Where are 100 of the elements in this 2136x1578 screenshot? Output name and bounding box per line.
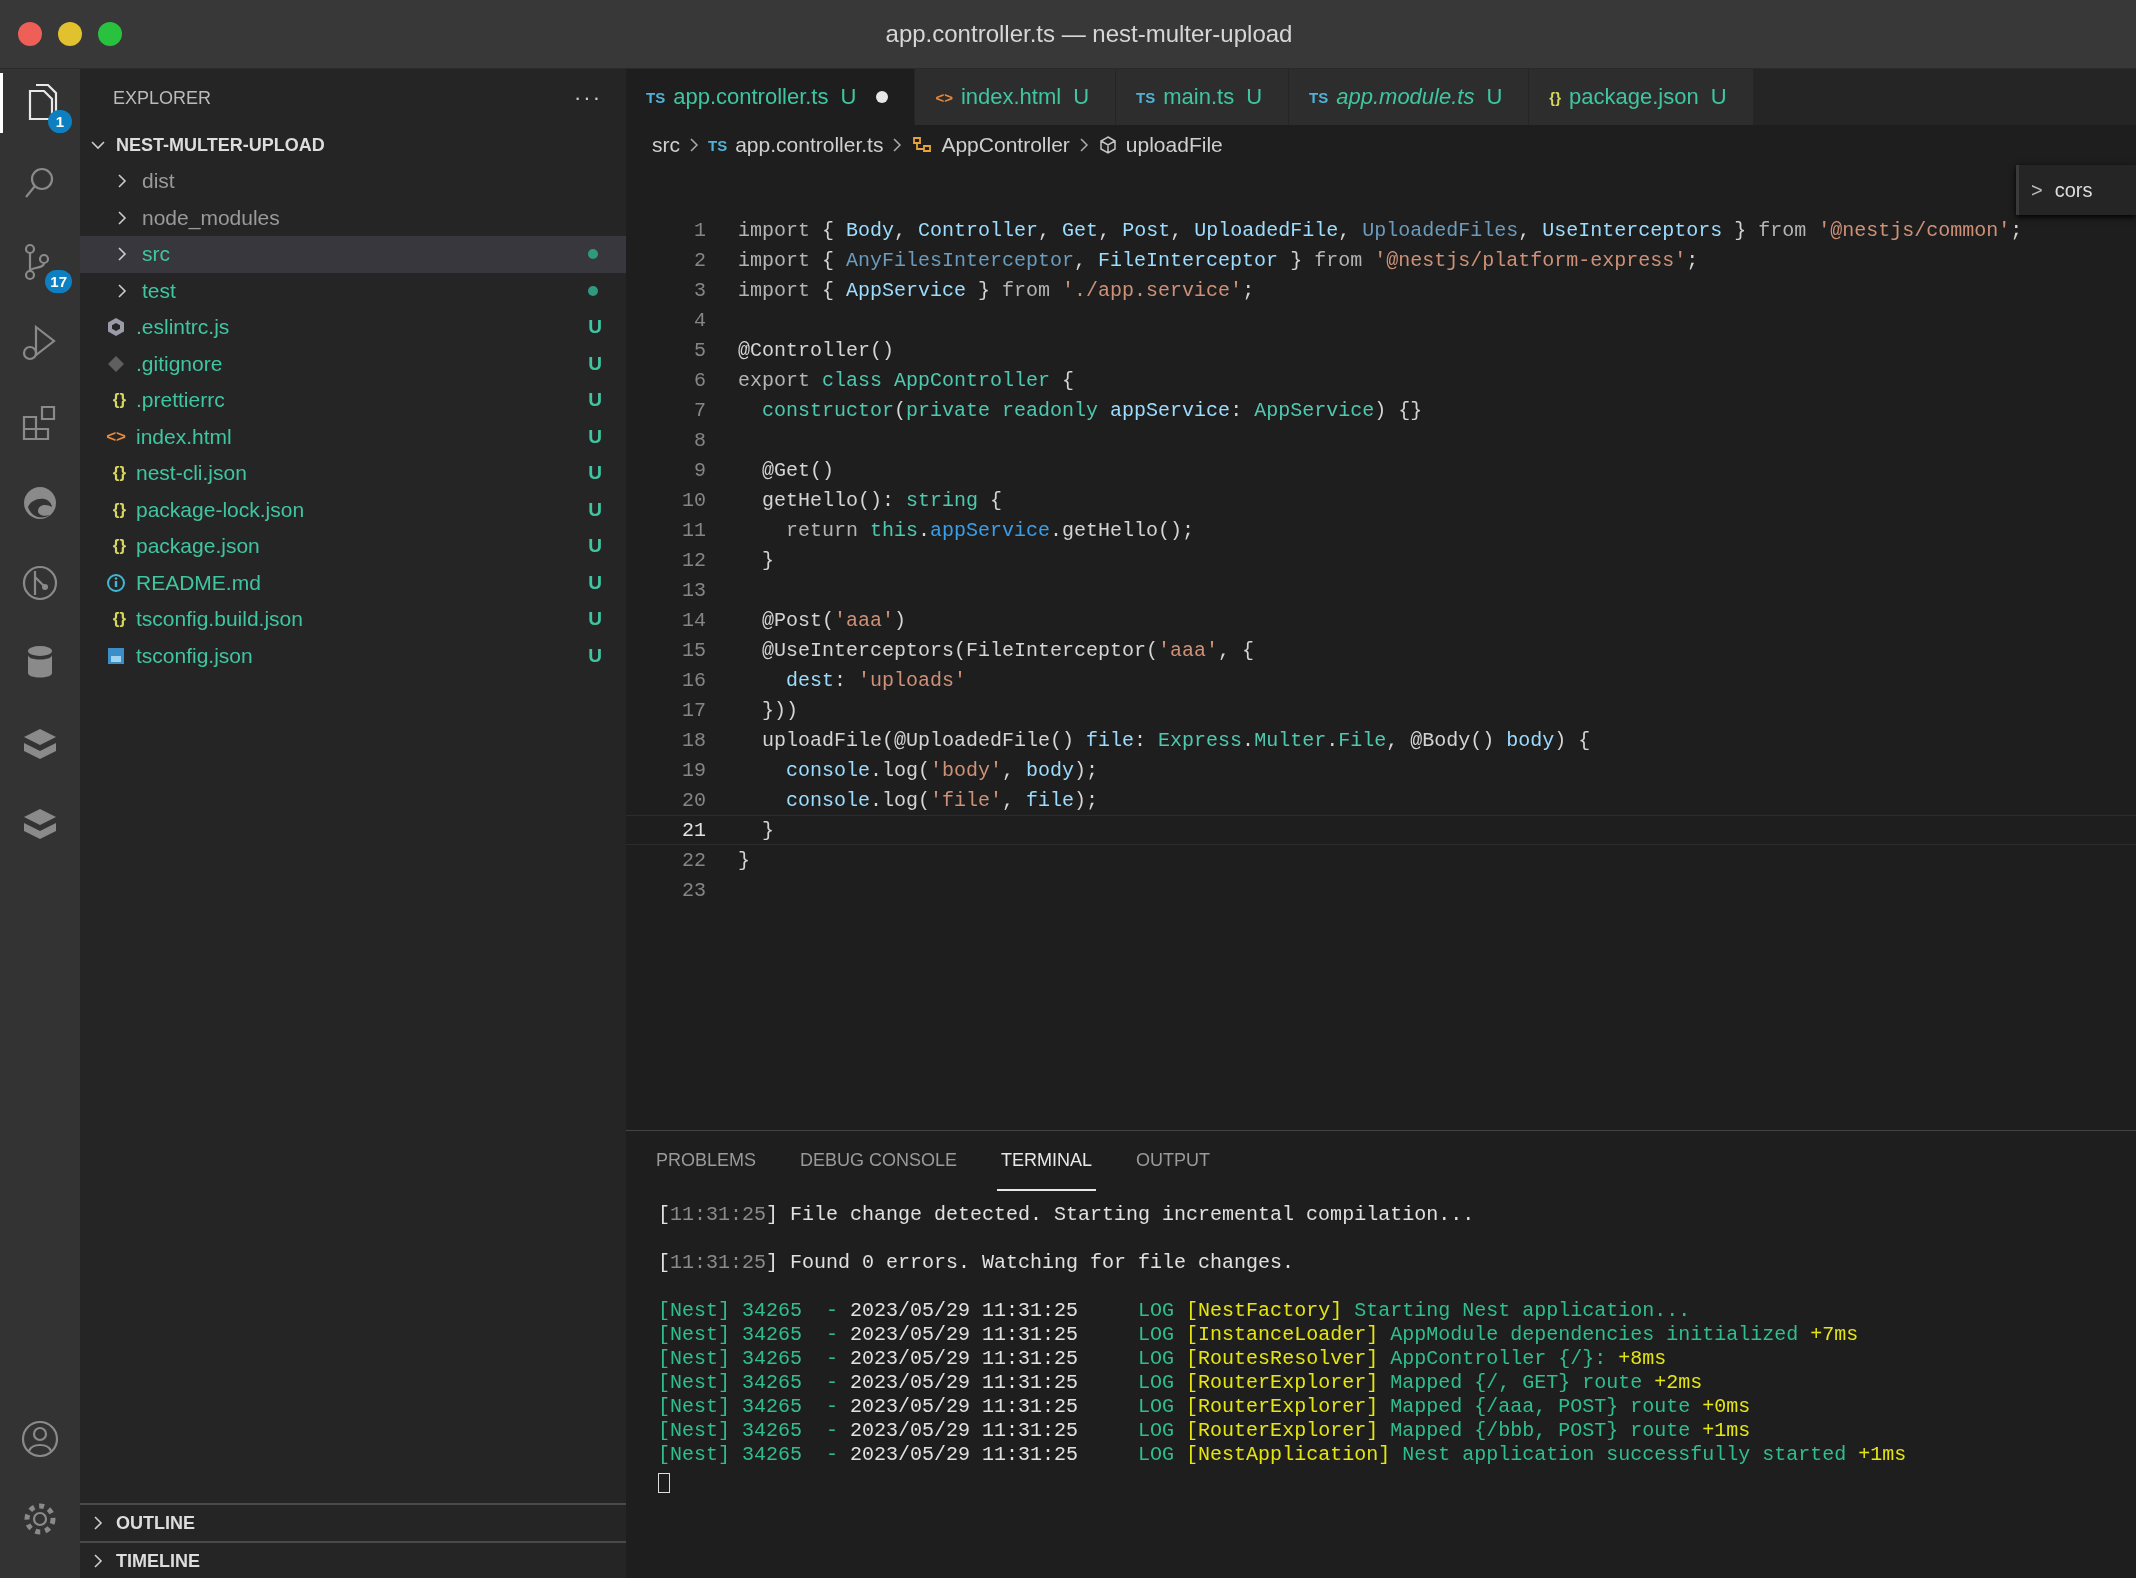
editor-tab[interactable]: TS app.controller.ts U <box>626 69 916 125</box>
terminal-line: [Nest] 34265 - 2023/05/29 11:31:25 LOG [RouterExplorer] Mapped {/bbb, POST} route +1ms <box>658 1419 1752 1443</box>
terminal-line: [11:31:25] File change detected. Starting incremental compilation... <box>658 1203 1476 1227</box>
file-name[interactable]: nest-cli.json <box>136 461 247 485</box>
panel-tab[interactable]: OUTPUT <box>1132 1131 1215 1191</box>
code-line: @Post('aaa') <box>761 608 907 632</box>
editor-tab[interactable]: TS main.ts U <box>1116 69 1290 125</box>
code-line: @Controller() <box>738 338 895 362</box>
git-status: U <box>588 425 602 448</box>
file-type-icon: {} <box>112 536 126 557</box>
zoom-button[interactable] <box>98 22 122 46</box>
find-widget[interactable]: > cors <box>2016 165 2136 215</box>
code-line: dest: 'uploads' <box>785 668 967 692</box>
code-line: uploadFile(@UploadedFile() file: Express.Multer.File, @Body() body) { <box>761 728 1591 752</box>
file-type-icon: <> <box>106 426 126 447</box>
chevron-icon <box>891 138 904 152</box>
line-number: 1 <box>693 218 707 242</box>
section-header[interactable]: OUTLINE <box>116 1512 195 1534</box>
terminal-line: [Nest] 34265 - 2023/05/29 11:31:25 LOG [InstanceLoader] AppModule dependencies initialized +7ms <box>658 1323 1860 1347</box>
line-number: 4 <box>693 308 707 332</box>
close-button[interactable] <box>18 22 42 46</box>
line-number: 18 <box>681 728 707 752</box>
panel-title: EXPLORER <box>113 87 212 109</box>
folder-name[interactable]: test <box>142 278 176 302</box>
line-number: 12 <box>681 548 707 572</box>
file-name[interactable]: package-lock.json <box>136 497 305 521</box>
line-number: 16 <box>681 668 707 692</box>
editor-tab[interactable]: <> index.html U <box>915 69 1117 125</box>
section-header[interactable]: TIMELINE <box>116 1550 200 1572</box>
line-number: 8 <box>693 428 707 452</box>
editor-tab[interactable]: TS app.module.ts U <box>1289 69 1530 125</box>
file-name[interactable]: tsconfig.build.json <box>136 607 303 631</box>
code-line: } <box>761 548 774 572</box>
git-status: U <box>588 571 602 594</box>
folder-name[interactable]: dist <box>142 169 175 193</box>
branch-circle-icon[interactable] <box>20 563 60 603</box>
breadcrumb[interactable]: uploadFile <box>1097 133 1223 157</box>
git-status: U <box>588 535 602 558</box>
file-name[interactable]: .eslintrc.js <box>136 315 230 339</box>
line-number: 22 <box>681 848 707 872</box>
line-number: 15 <box>681 638 707 662</box>
code-line: getHello(): string { <box>761 488 1003 512</box>
line-number: 20 <box>681 788 707 812</box>
git-status: U <box>588 389 602 412</box>
count-badge: 17 <box>45 270 72 293</box>
file-type-icon: {} <box>112 463 126 484</box>
line-number: 19 <box>681 758 707 782</box>
breadcrumb[interactable]: AppController <box>911 133 1070 157</box>
terminal-cursor <box>658 1473 670 1493</box>
code-line: @Get() <box>761 458 834 482</box>
file-type-icon: {} <box>112 390 126 411</box>
line-number: 6 <box>693 368 707 392</box>
git-status: U <box>588 608 602 631</box>
line-number: 10 <box>681 488 707 512</box>
file-name[interactable]: package.json <box>136 534 260 558</box>
line-number: 7 <box>693 398 707 422</box>
terminal-line: [Nest] 34265 - 2023/05/29 11:31:25 LOG [NestFactory] Starting Nest application... <box>658 1298 1692 1323</box>
line-number: 17 <box>681 698 707 722</box>
line-number: 23 <box>681 878 707 902</box>
file-type-icon: {} <box>112 499 126 520</box>
chevron-icon <box>688 138 700 152</box>
terminal-line: [Nest] 34265 - 2023/05/29 11:31:25 LOG [NestApplication] Nest application successfully started +1ms <box>658 1443 1908 1467</box>
line-number: 5 <box>693 338 707 362</box>
panel-tab[interactable]: TERMINAL <box>997 1131 1097 1191</box>
project-name[interactable]: NEST-MULTER-UPLOAD <box>116 134 325 156</box>
line-number: 13 <box>681 578 707 602</box>
code-line: import { Body, Controller, Get, Post, UploadedFile, UploadedFiles, UseInterceptors } from '@nestjs/common'; <box>738 218 2023 242</box>
terminal-line: [Nest] 34265 - 2023/05/29 11:31:25 LOG [RouterExplorer] Mapped {/, GET} route +2ms <box>658 1371 1704 1395</box>
git-status: U <box>588 316 602 339</box>
terminal-line: [Nest] 34265 - 2023/05/29 11:31:25 LOG [RoutesResolver] AppController {/}: +8ms <box>658 1347 1668 1371</box>
hexagon-icon <box>106 317 126 338</box>
minimize-button[interactable] <box>58 22 82 46</box>
file-type-icon: {} <box>112 609 126 630</box>
account-icon[interactable] <box>20 1419 60 1459</box>
file-name[interactable]: .gitignore <box>136 351 223 375</box>
breadcrumb[interactable]: TS app.controller.ts <box>708 133 884 157</box>
file-name[interactable]: index.html <box>136 424 232 448</box>
git-status: U <box>588 462 602 485</box>
panel-tab[interactable]: DEBUG CONSOLE <box>796 1131 962 1191</box>
code-line: } <box>761 818 774 842</box>
code-line: export class AppController { <box>738 368 1075 392</box>
code-line: })) <box>761 698 798 722</box>
folder-name[interactable]: src <box>142 242 170 266</box>
terminal-line: [11:31:25] Found 0 errors. Watching for file changes. <box>658 1250 1296 1275</box>
file-name[interactable]: tsconfig.json <box>136 643 253 667</box>
window-title: app.controller.ts — nest-multer-upload <box>885 20 1293 47</box>
editor-tab[interactable]: {} package.json U <box>1529 69 1754 125</box>
line-number: 11 <box>681 518 707 542</box>
file-name[interactable]: README.md <box>136 570 261 594</box>
code-line: console.log('body', body); <box>785 758 1099 782</box>
more-actions-button[interactable]: ··· <box>574 85 602 111</box>
breadcrumb[interactable]: src <box>652 133 680 157</box>
line-number: 9 <box>693 458 707 482</box>
folder-name[interactable]: node_modules <box>142 205 280 229</box>
file-name[interactable]: .prettierrc <box>136 388 225 412</box>
panel-tab[interactable]: PROBLEMS <box>652 1131 761 1191</box>
code-line: return this.appService.getHello(); <box>785 518 1195 542</box>
code-line: constructor(private readonly appService: AppService) {} <box>761 398 1423 422</box>
line-number: 21 <box>681 818 707 842</box>
chevron-icon <box>1077 138 1090 152</box>
